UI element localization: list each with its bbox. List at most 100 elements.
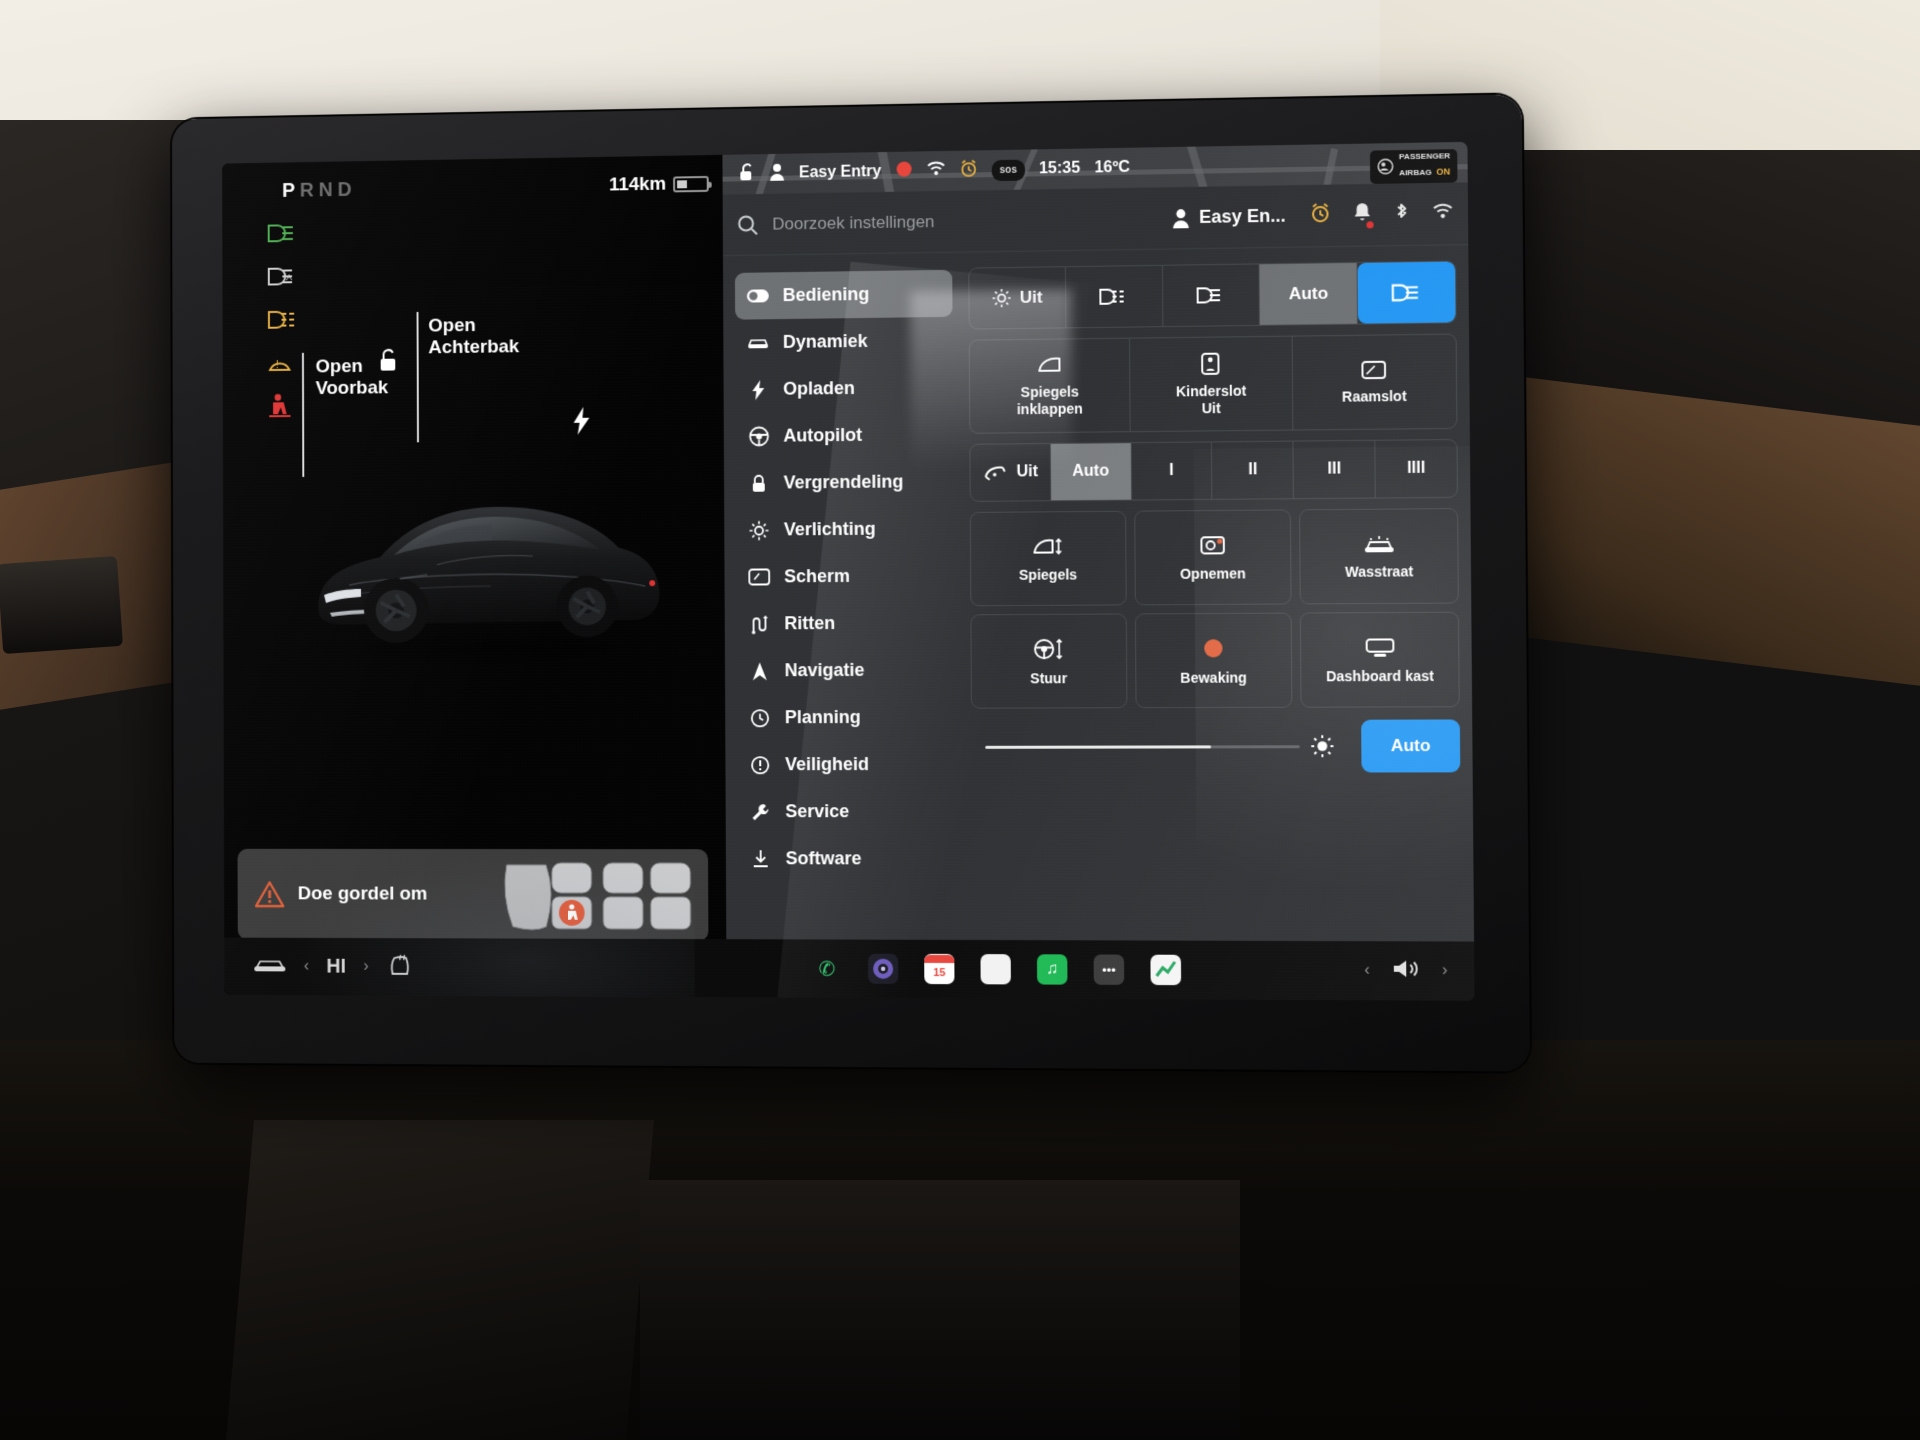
sidebar-item-navigatie[interactable]: Navigatie	[737, 646, 955, 694]
bottom-dock[interactable]: ‹ HI › ✆ 15 ♫ ••• ‹ ›	[224, 937, 1475, 1001]
bluetooth-icon[interactable]	[1394, 202, 1410, 228]
wifi-icon[interactable]	[1432, 203, 1454, 225]
energy-app[interactable]	[1150, 954, 1182, 986]
window-lock-button[interactable]: Raamslot	[1292, 335, 1456, 430]
model3-render	[317, 505, 660, 670]
camera-app[interactable]	[868, 953, 899, 984]
callout-trunk[interactable]: Open Achterbak	[428, 315, 519, 359]
search-field[interactable]: Doorzoek instellingen	[737, 207, 1172, 236]
auto-highbeam-icon: A	[265, 262, 304, 290]
photo-of-car-interior: PRND 114km A ! Open Voorbak Open Achterb…	[0, 0, 1920, 1440]
sidebar-item-veiligheid[interactable]: Veiligheid	[737, 741, 955, 788]
glovebox-button[interactable]: Dashboard kast	[1300, 611, 1460, 708]
sidebar-item-software[interactable]: Software	[738, 835, 956, 882]
unlock-icon[interactable]	[378, 348, 400, 379]
profile-chip[interactable]: Easy En...	[1172, 206, 1286, 229]
lights-auto-button[interactable]: Auto	[1259, 262, 1359, 325]
sidebar-label: Service	[785, 801, 850, 822]
bell-icon[interactable]	[1353, 202, 1374, 229]
tesla-touchscreen[interactable]: PRND 114km A ! Open Voorbak Open Achterb…	[222, 141, 1475, 1001]
wiper-speed-1[interactable]: I	[1131, 442, 1213, 500]
wiper-off-button[interactable]: Uit	[970, 444, 1052, 501]
brightness-slider[interactable]	[971, 720, 1349, 773]
wiper-segment[interactable]: Uit Auto I II III IIII	[969, 439, 1459, 502]
volume-up-button[interactable]: ›	[1442, 962, 1448, 980]
unlock-icon[interactable]	[738, 162, 755, 187]
dashcam-record-button[interactable]: Opnemen	[1133, 509, 1292, 606]
steering-label: Stuur	[1030, 670, 1068, 687]
wood-trim-right	[1500, 374, 1920, 686]
mirrors-adjust-button[interactable]: Spiegels	[969, 510, 1127, 607]
chevron-left-icon[interactable]: ‹	[304, 958, 309, 976]
seatbelt-warning-card[interactable]: Doe gordel om	[237, 848, 709, 942]
alarm-clock-icon[interactable]	[959, 159, 977, 182]
wiper-speed-4[interactable]: IIII	[1375, 440, 1456, 498]
app-dock[interactable]: ✆ 15 ♫ •••	[726, 953, 1269, 986]
sidebar-item-service[interactable]: Service	[737, 788, 955, 835]
spotify-app[interactable]: ♫	[1036, 954, 1068, 985]
brightness-track[interactable]	[985, 744, 1300, 749]
sidebar-item-opladen[interactable]: Opladen	[735, 364, 953, 413]
sidebar-item-bediening[interactable]: Bediening	[734, 269, 953, 320]
speaker-icon[interactable]	[1390, 956, 1421, 986]
car-icon[interactable]	[253, 955, 286, 978]
parking-lights-button[interactable]	[1162, 264, 1261, 327]
alarm-clock-icon[interactable]	[1310, 203, 1331, 229]
more-apps-button[interactable]: •••	[1093, 954, 1125, 985]
wifi-icon[interactable]	[926, 161, 945, 181]
quick-actions-grid[interactable]: Spiegels inklappen Kinderslot Uit Raamsl…	[968, 333, 1458, 434]
child-lock-button[interactable]: Kinderslot Uit	[1130, 336, 1294, 432]
lights-off-button[interactable]: Uit	[969, 267, 1067, 329]
wiper-speed-2[interactable]: II	[1212, 441, 1295, 499]
console-right	[640, 1180, 1240, 1440]
sidebar-label: Navigatie	[784, 659, 865, 681]
sidebar-item-autopilot[interactable]: Autopilot	[736, 411, 954, 460]
fog-light-icon	[1096, 286, 1131, 307]
volume-control[interactable]: ‹ ›	[1269, 956, 1475, 986]
wiper-auto-button[interactable]: Auto	[1050, 443, 1132, 501]
charge-port-bolt-icon[interactable]	[572, 406, 592, 442]
chevron-right-icon[interactable]: ›	[363, 958, 368, 976]
notes-app[interactable]	[980, 954, 1011, 985]
person-icon	[1172, 208, 1189, 228]
profile-name-short: Easy En...	[1199, 205, 1286, 228]
person-icon[interactable]	[769, 162, 785, 185]
range-indicator: 114km	[609, 173, 709, 196]
steering-adjust-button[interactable]: Stuur	[970, 613, 1128, 709]
calendar-app[interactable]: 15	[924, 953, 955, 985]
wrench-icon	[749, 802, 771, 822]
sidebar-item-ritten[interactable]: Ritten	[737, 599, 955, 647]
wiper-speed-3[interactable]: III	[1293, 440, 1376, 499]
sidebar-item-scherm[interactable]: Scherm	[736, 552, 954, 600]
record-dot-icon[interactable]	[895, 161, 912, 183]
settings-menu[interactable]: Bediening Dynamiek Opladen Autopilot Ver…	[723, 254, 967, 999]
settings-panel: Easy Entry sos 15:35 16ºC PASSENGER AIRB…	[722, 141, 1475, 1001]
sidebar-item-dynamiek[interactable]: Dynamiek	[735, 317, 953, 367]
brightness-row: Auto	[971, 719, 1461, 773]
gear-indicator: PRND	[282, 179, 356, 203]
sos-button[interactable]: sos	[991, 159, 1025, 181]
sentry-mode-button[interactable]: Bewaking	[1134, 612, 1293, 709]
vehicle-visualization[interactable]: Open Voorbak Open Achterbak	[223, 294, 726, 773]
search-placeholder: Doorzoek instellingen	[772, 211, 935, 234]
profile-name[interactable]: Easy Entry	[799, 163, 882, 182]
gear-n: N	[318, 179, 338, 202]
action-grid[interactable]: Spiegels Opnemen Wasstraat Stuur Bewakin…	[969, 508, 1460, 709]
temperature-control[interactable]: HI	[326, 955, 346, 978]
sidebar-item-planning[interactable]: Planning	[737, 694, 955, 742]
sidebar-item-vergrendeling[interactable]: Vergrendeling	[736, 458, 954, 507]
highbeam-button[interactable]	[1357, 261, 1456, 324]
volume-down-button[interactable]: ‹	[1364, 962, 1370, 980]
fog-lights-button[interactable]	[1065, 265, 1163, 328]
seat-heater-icon[interactable]	[386, 951, 412, 982]
callout-trunk-line	[416, 311, 419, 443]
car-wash-button[interactable]: Wasstraat	[1299, 508, 1459, 605]
sidebar-label: Opladen	[783, 377, 855, 399]
sidebar-item-verlichting[interactable]: Verlichting	[736, 505, 954, 554]
lights-segment[interactable]: Uit Auto	[968, 260, 1457, 330]
phone-app[interactable]: ✆	[812, 953, 842, 983]
wiper-off-label: Uit	[1016, 463, 1039, 481]
brightness-auto-button[interactable]: Auto	[1361, 719, 1461, 773]
fold-mirrors-button[interactable]: Spiegels inklappen	[969, 338, 1131, 433]
controls-column: Uit Auto Spiegels inklappen Kinderslot U…	[962, 246, 1474, 1001]
